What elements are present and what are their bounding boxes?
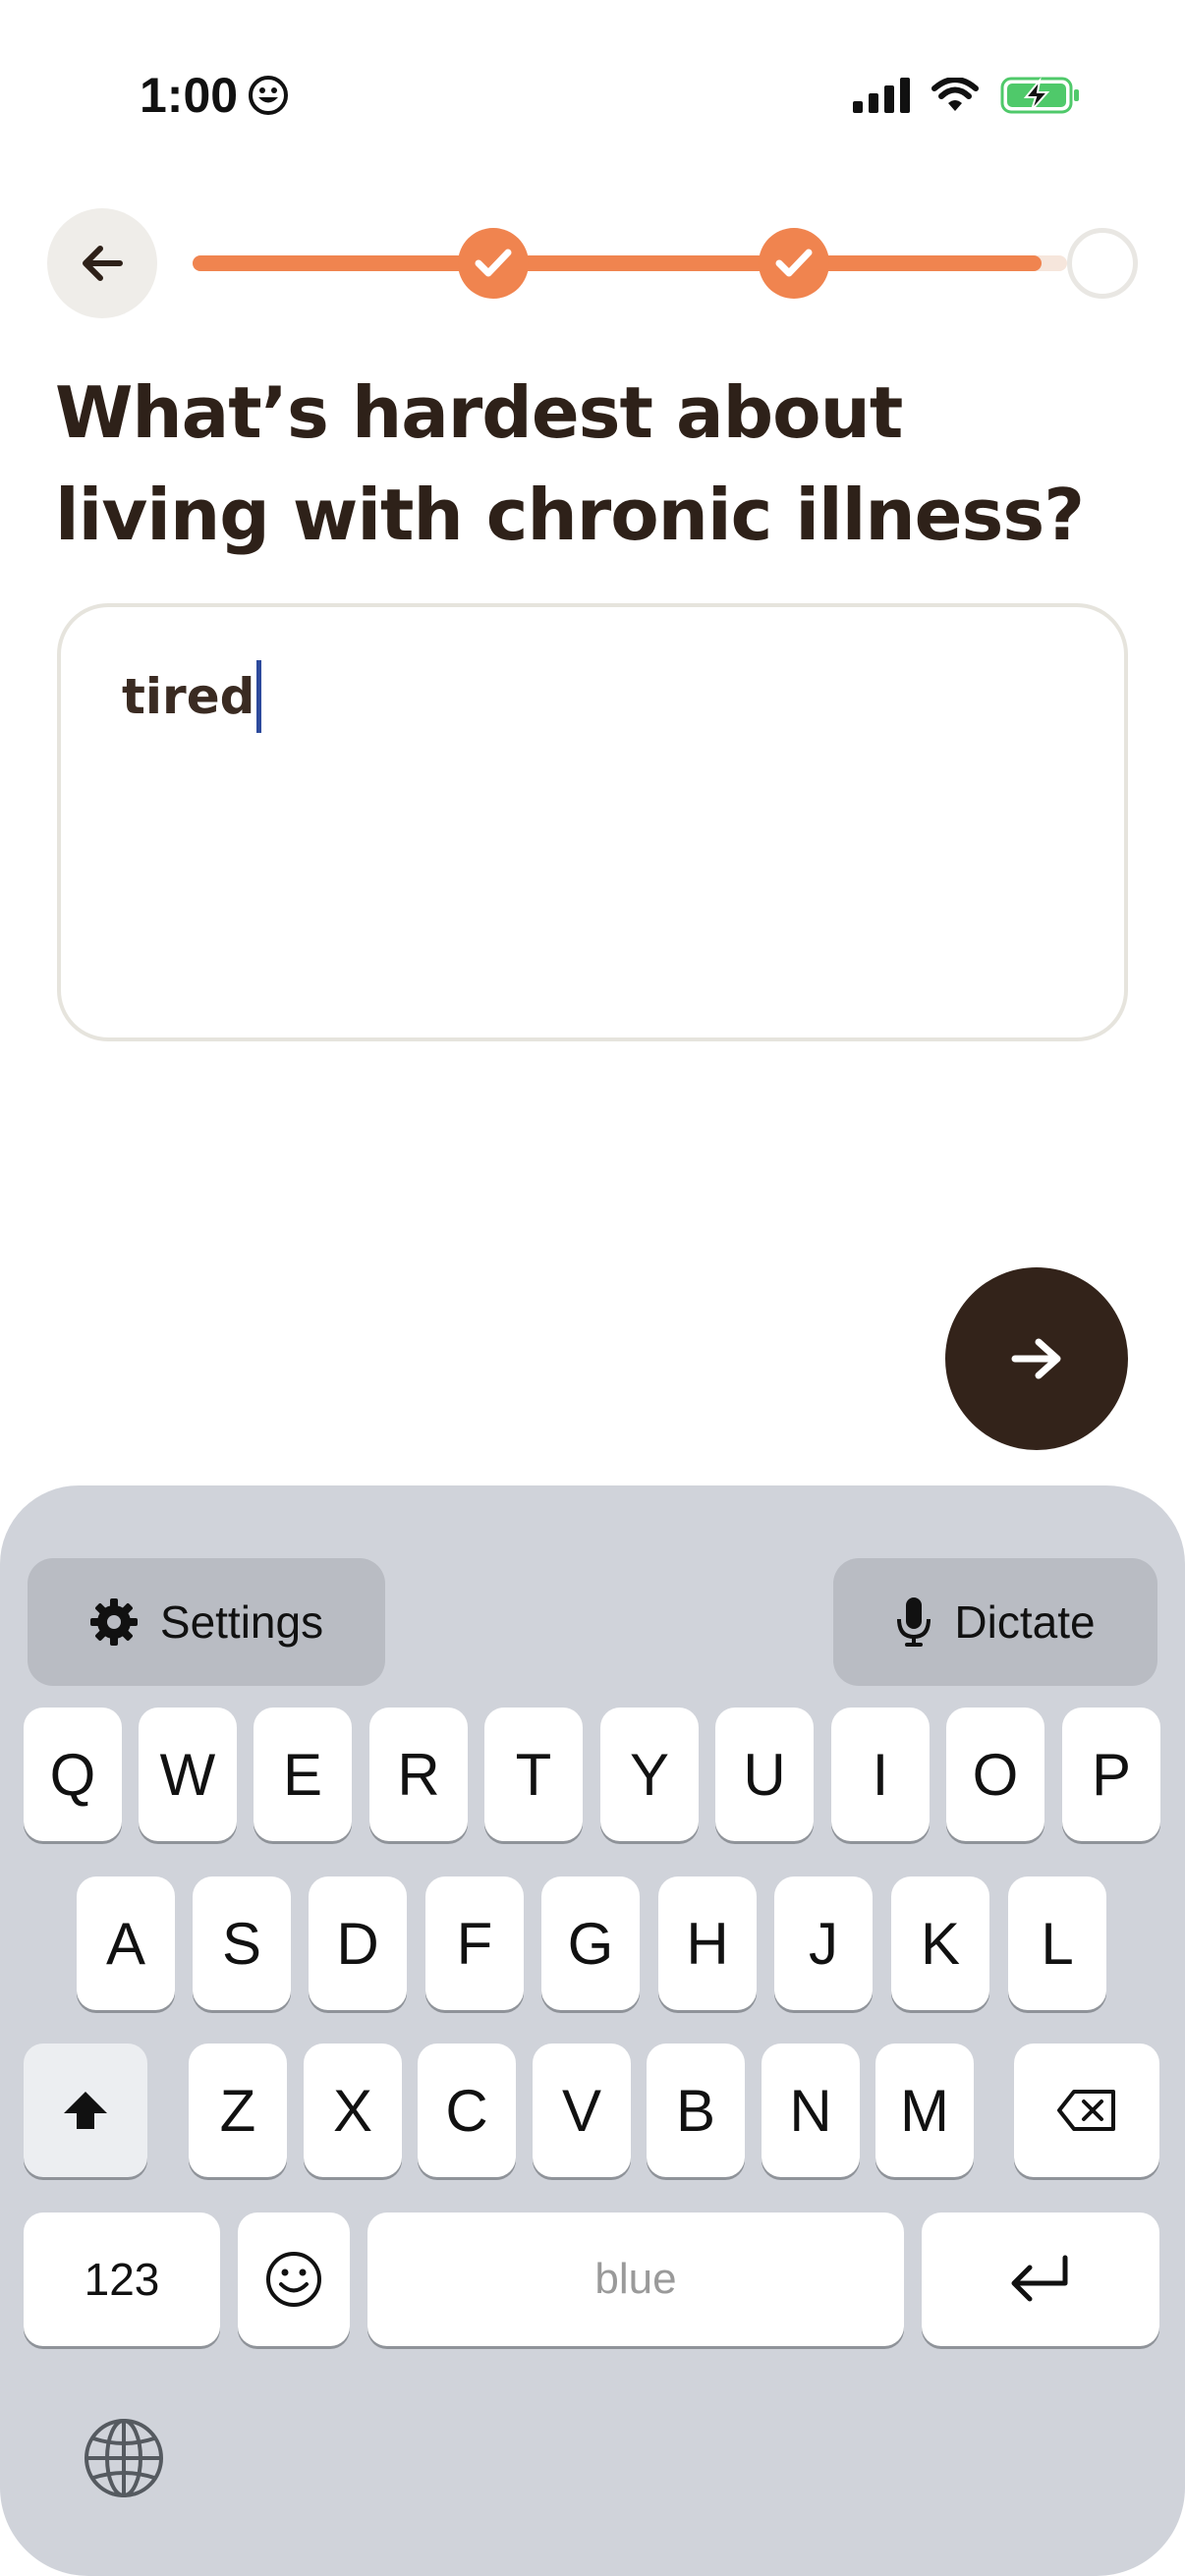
key-k[interactable]: K [891, 1876, 989, 2010]
key-c[interactable]: C [418, 2044, 516, 2177]
question-title: What’s hardest about living with chronic… [55, 371, 1085, 556]
key-g[interactable]: G [541, 1876, 640, 2010]
shift-arrow-icon [64, 2092, 107, 2129]
numbers-key[interactable]: 123 [24, 2212, 220, 2346]
backspace-icon [1057, 2090, 1115, 2131]
globe-icon[interactable] [83, 2417, 165, 2499]
battery-charging-icon [1000, 77, 1079, 114]
return-icon [1011, 2255, 1068, 2302]
key-i[interactable]: I [831, 1708, 930, 1841]
gear-icon [89, 1598, 138, 1646]
signal-icon [853, 78, 910, 113]
back-button[interactable] [47, 208, 157, 318]
key-f[interactable]: F [425, 1876, 524, 2010]
key-m[interactable]: M [875, 2044, 974, 2177]
emoji-key[interactable] [238, 2212, 350, 2346]
keyboard-dictate-button[interactable]: Dictate [833, 1558, 1157, 1686]
key-v[interactable]: V [533, 2044, 631, 2177]
screen: 1:00 What’s hardest about living with ch… [0, 0, 1185, 2576]
key-d[interactable]: D [309, 1876, 407, 2010]
microphone-icon [897, 1597, 931, 1647]
key-b[interactable]: B [647, 2044, 745, 2177]
answer-value: tired [122, 660, 262, 733]
key-z[interactable]: Z [189, 2044, 287, 2177]
step-1-complete [458, 228, 529, 299]
key-e[interactable]: E [254, 1708, 352, 1841]
checkmark-icon [475, 249, 512, 277]
delete-key[interactable] [1014, 2044, 1159, 2177]
answer-text: tired [122, 668, 255, 725]
emoji-smile-icon [249, 76, 289, 115]
keyboard: Settings Dictate Q W E R T Y U I O P A S… [0, 1485, 1185, 2576]
arrow-left-icon [83, 246, 123, 281]
answer-textarea[interactable]: tired [57, 603, 1128, 1041]
key-h[interactable]: H [658, 1876, 757, 2010]
key-u[interactable]: U [715, 1708, 814, 1841]
key-a[interactable]: A [77, 1876, 175, 2010]
progress-fill [193, 255, 1042, 271]
shift-key[interactable] [24, 2044, 147, 2177]
key-x[interactable]: X [304, 2044, 402, 2177]
space-key[interactable]: blue [367, 2212, 904, 2346]
progress-stepper [193, 224, 1142, 303]
key-j[interactable]: J [774, 1876, 873, 2010]
keyboard-settings-button[interactable]: Settings [28, 1558, 385, 1686]
key-p[interactable]: P [1062, 1708, 1160, 1841]
emoji-icon [266, 2252, 321, 2307]
key-q[interactable]: Q [24, 1708, 122, 1841]
next-button[interactable] [945, 1267, 1128, 1450]
key-o[interactable]: O [946, 1708, 1044, 1841]
settings-label: Settings [159, 1596, 324, 1648]
key-n[interactable]: N [762, 2044, 860, 2177]
arrow-right-icon [1011, 1338, 1061, 1379]
status-icons [853, 75, 1081, 116]
key-s[interactable]: S [193, 1876, 291, 2010]
return-key[interactable] [922, 2212, 1159, 2346]
key-w[interactable]: W [139, 1708, 237, 1841]
key-y[interactable]: Y [600, 1708, 699, 1841]
status-time-text: 1:00 [140, 68, 239, 123]
step-3-incomplete [1067, 228, 1138, 299]
dictate-label: Dictate [954, 1596, 1096, 1648]
status-time: 1:00 [140, 67, 289, 124]
wifi-icon [931, 78, 979, 111]
text-caret [256, 660, 262, 733]
key-l[interactable]: L [1008, 1876, 1106, 2010]
checkmark-icon [775, 249, 813, 277]
key-t[interactable]: T [484, 1708, 583, 1841]
step-2-complete [759, 228, 829, 299]
key-r[interactable]: R [369, 1708, 468, 1841]
